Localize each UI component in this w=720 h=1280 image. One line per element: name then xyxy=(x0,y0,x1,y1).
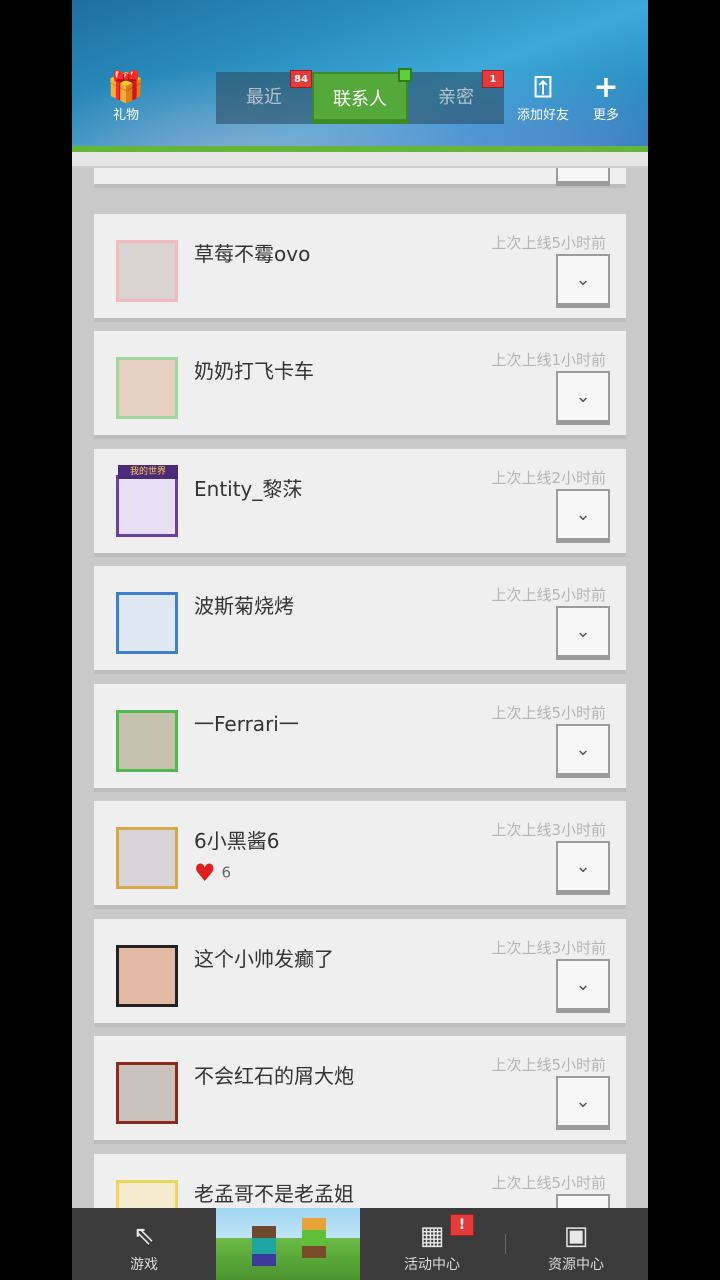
contact-name: Entity_黎莯 xyxy=(194,477,303,501)
chevron-down-icon: ⌄ xyxy=(575,386,591,407)
intimate-badge: 1 xyxy=(482,70,504,88)
avatar[interactable] xyxy=(108,355,180,419)
bottom-nav: ⇖ 游戏 ▦ 活动中心 ! ▣ 资源中心 xyxy=(72,1208,648,1280)
nav-events-label: 活动中心 xyxy=(404,1257,460,1273)
contact-name: 老孟哥不是老孟姐 xyxy=(194,1182,354,1206)
last-online: 上次上线5小时前 xyxy=(491,1056,606,1074)
chevron-down-icon: ⌄ xyxy=(575,621,591,642)
expand-button[interactable]: ⌄ xyxy=(556,606,610,660)
play-banner-sky xyxy=(216,1208,360,1238)
contact-card[interactable]: 草莓不霉ovo 上次上线5小时前 ⌄ xyxy=(94,214,626,322)
avatar-frame-banner: 我的世界 xyxy=(118,465,178,479)
tab-recent-label: 最近 xyxy=(246,87,282,108)
add-friend-label: 添加好友 xyxy=(516,108,569,123)
chevron-down-icon: ⌄ xyxy=(575,856,591,877)
add-friend-button[interactable]: ⍐ 添加好友 xyxy=(512,70,574,124)
nav-games-label: 游戏 xyxy=(130,1257,158,1273)
expand-button[interactable]: ⌄ xyxy=(556,371,610,425)
avatar[interactable] xyxy=(108,1178,180,1208)
contact-name: 这个小帅发癫了 xyxy=(194,947,334,971)
gift-icon: 🎁 xyxy=(107,70,145,105)
nav-events[interactable]: ▦ 活动中心 xyxy=(360,1208,504,1280)
contact-card[interactable]: 我的世界 Entity_黎莯 上次上线2小时前 ⌄ xyxy=(94,449,626,557)
last-online: 上次上线5小时前 xyxy=(491,586,606,604)
expand-button[interactable]: ⌄ xyxy=(556,1076,610,1130)
plus-icon: + xyxy=(593,70,619,105)
pickaxe-icon: ⇖ xyxy=(133,1221,155,1251)
contact-name: 波斯菊烧烤 xyxy=(194,594,294,618)
steve-figure xyxy=(252,1226,276,1266)
contact-card-partial xyxy=(94,168,626,188)
grid-icon: ▦ xyxy=(419,1221,445,1251)
contact-name: 不会红石的屑大炮 xyxy=(194,1064,354,1088)
contact-card[interactable]: 这个小帅发癫了 上次上线3小时前 ⌄ xyxy=(94,919,626,1027)
contact-name: 奶奶打飞卡车 xyxy=(194,359,314,383)
avatar[interactable] xyxy=(108,590,180,654)
last-online: 上次上线3小时前 xyxy=(491,821,606,839)
contact-name: 一Ferrari一 xyxy=(194,712,299,736)
contact-card[interactable]: 奶奶打飞卡车 上次上线1小时前 ⌄ xyxy=(94,331,626,439)
tab-contacts-label: 联系人 xyxy=(333,89,387,110)
app-window: 🎁 礼物 最近 84 联系人 亲密 1 ⍐ 添加好友 + 更多 草莓不霉ovo … xyxy=(72,0,648,1280)
header: 🎁 礼物 最近 84 联系人 亲密 1 ⍐ 添加好友 + 更多 xyxy=(72,0,648,150)
chevron-down-icon: ⌄ xyxy=(575,504,591,525)
avatar[interactable] xyxy=(108,943,180,1007)
contact-card[interactable]: 老孟哥不是老孟姐 上次上线5小时前 ⌄ xyxy=(94,1154,626,1208)
chevron-down-icon: ⌄ xyxy=(575,974,591,995)
nav-games[interactable]: ⇖ 游戏 xyxy=(72,1208,216,1280)
chest-icon: ▣ xyxy=(563,1221,589,1251)
gift-button[interactable]: 🎁 礼物 xyxy=(106,70,146,124)
last-online: 上次上线1小时前 xyxy=(491,351,606,369)
last-online: 上次上线5小时前 xyxy=(491,1174,606,1192)
contact-card[interactable]: 不会红石的屑大炮 上次上线5小时前 ⌄ xyxy=(94,1036,626,1144)
chevron-down-icon: ⌄ xyxy=(575,1091,591,1112)
contact-name: 6小黑酱6 xyxy=(194,829,280,853)
last-online: 上次上线5小时前 xyxy=(491,704,606,722)
avatar[interactable] xyxy=(108,238,180,302)
avatar[interactable] xyxy=(108,708,180,772)
tab-bar: 最近 84 联系人 亲密 1 xyxy=(216,68,504,124)
likes-value: 6 xyxy=(221,863,232,882)
nav-resources-label: 资源中心 xyxy=(548,1257,604,1273)
more-label: 更多 xyxy=(592,108,619,123)
expand-button[interactable]: ⌄ xyxy=(556,1194,610,1208)
tab-intimate-label: 亲密 xyxy=(438,87,474,108)
last-online: 上次上线3小时前 xyxy=(491,939,606,957)
nav-play-banner[interactable] xyxy=(216,1208,360,1280)
gift-label: 礼物 xyxy=(112,108,139,123)
add-user-icon: ⍐ xyxy=(534,70,552,105)
expand-button[interactable]: ⌄ xyxy=(556,489,610,543)
more-button[interactable]: + 更多 xyxy=(586,70,626,124)
expand-button[interactable]: ⌄ xyxy=(556,959,610,1013)
events-badge: ! xyxy=(450,1214,474,1236)
contact-card[interactable]: 波斯菊烧烤 上次上线5小时前 ⌄ xyxy=(94,566,626,674)
last-online: 上次上线2小时前 xyxy=(491,469,606,487)
alex-figure xyxy=(302,1218,326,1258)
heart-icon: ♥ xyxy=(194,859,216,887)
contact-card[interactable]: 一Ferrari一 上次上线5小时前 ⌄ xyxy=(94,684,626,792)
contact-card[interactable]: 6小黑酱6 ♥ 6 上次上线3小时前 ⌄ xyxy=(94,801,626,909)
expand-button[interactable]: ⌄ xyxy=(556,254,610,308)
recent-badge: 84 xyxy=(290,70,312,88)
expand-button[interactable]: ⌄ xyxy=(556,841,610,895)
tab-contacts[interactable]: 联系人 xyxy=(312,72,408,124)
last-online: 上次上线5小时前 xyxy=(491,234,606,252)
chevron-down-icon: ⌄ xyxy=(575,739,591,760)
chevron-down-icon: ⌄ xyxy=(575,269,591,290)
contact-list[interactable]: 草莓不霉ovo 上次上线5小时前 ⌄ 奶奶打飞卡车 上次上线1小时前 ⌄ 我的世… xyxy=(94,168,626,1208)
avatar[interactable] xyxy=(108,825,180,889)
nav-resources[interactable]: ▣ 资源中心 xyxy=(504,1208,648,1280)
expand-button[interactable]: ⌄ xyxy=(556,724,610,778)
likes-count: ♥ 6 xyxy=(194,859,231,887)
avatar[interactable]: 我的世界 xyxy=(108,465,180,537)
avatar[interactable] xyxy=(108,1060,180,1124)
contact-name: 草莓不霉ovo xyxy=(194,242,311,266)
header-shadow xyxy=(72,152,648,168)
expand-button[interactable] xyxy=(556,168,610,186)
